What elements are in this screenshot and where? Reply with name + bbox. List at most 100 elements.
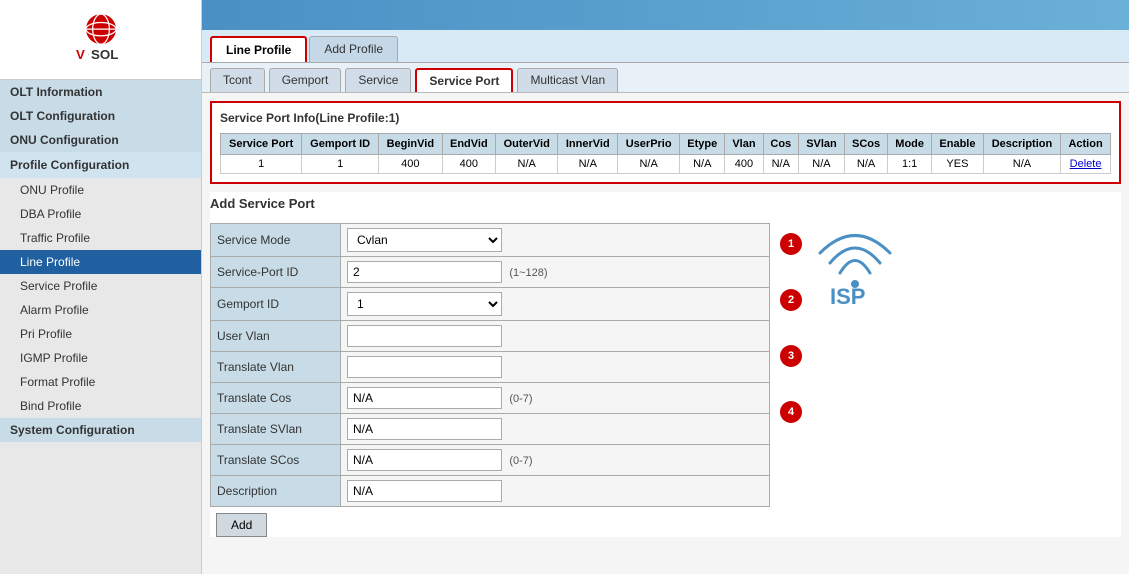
svg-text:V: V (76, 47, 85, 62)
step-4: 4 (780, 401, 802, 423)
top-banner (202, 0, 1129, 30)
label-translate-svlan: Translate SVlan (211, 414, 341, 445)
cell-end-vid: 400 (442, 155, 495, 174)
cell-user-prio: N/A (618, 155, 680, 174)
col-cos: Cos (763, 134, 799, 155)
main-content: Line Profile Add Profile Tcont Gemport S… (202, 0, 1129, 574)
col-etype: Etype (680, 134, 725, 155)
cell-svlan: N/A (799, 155, 845, 174)
col-scos: SCos (844, 134, 887, 155)
hint-service-port-id: (1~128) (509, 267, 547, 279)
service-port-table: Service Port Gemport ID BeginVid EndVid … (220, 133, 1111, 174)
input-translate-vlan[interactable] (347, 356, 502, 378)
svg-text:·: · (87, 52, 89, 58)
isp-logo: ISP (810, 228, 910, 311)
cell-gemport-id: 1 (302, 155, 379, 174)
col-service-port: Service Port (221, 134, 302, 155)
logo-area: V · SOL (0, 0, 201, 80)
service-port-info-title: Service Port Info(Line Profile:1) (220, 111, 1111, 125)
col-begin-vid: BeginVid (379, 134, 443, 155)
svg-text:SOL: SOL (91, 47, 118, 62)
service-port-info-box: Service Port Info(Line Profile:1) Servic… (210, 101, 1121, 184)
vsol-logo: V · SOL (51, 10, 151, 70)
delete-link[interactable]: Delete (1070, 158, 1102, 170)
form-row-service-port-id: Service-Port ID (1~128) (211, 257, 770, 288)
sidebar-item-line-profile[interactable]: Line Profile (0, 250, 201, 274)
subtab-multicast-vlan[interactable]: Multicast Vlan (517, 68, 618, 92)
subtab-gemport[interactable]: Gemport (269, 68, 342, 92)
hint-translate-cos: (0-7) (509, 393, 532, 405)
cell-inner-vid: N/A (558, 155, 618, 174)
table-row: 1 1 400 400 N/A N/A N/A N/A 400 N/A N/A … (221, 155, 1111, 174)
step-2: 2 (780, 289, 802, 311)
cell-cos: N/A (763, 155, 799, 174)
col-enable: Enable (932, 134, 984, 155)
select-gemport-id[interactable]: 1 2 3 4 (347, 292, 502, 316)
add-button[interactable]: Add (216, 513, 267, 537)
label-translate-vlan: Translate Vlan (211, 352, 341, 383)
sidebar-item-igmp-profile[interactable]: IGMP Profile (0, 346, 201, 370)
label-translate-scos: Translate SCos (211, 445, 341, 476)
subtab-service[interactable]: Service (345, 68, 411, 92)
sidebar-item-system-configuration[interactable]: System Configuration (0, 418, 201, 442)
form-row-translate-cos: Translate Cos (0-7) (211, 383, 770, 414)
subtab-service-port[interactable]: Service Port (415, 68, 513, 92)
sidebar-item-olt-information[interactable]: OLT Information (0, 80, 201, 104)
sidebar-item-alarm-profile[interactable]: Alarm Profile (0, 298, 201, 322)
tab-add-profile[interactable]: Add Profile (309, 36, 398, 62)
label-service-port-id: Service-Port ID (211, 257, 341, 288)
label-user-vlan: User Vlan (211, 321, 341, 352)
form-row-translate-svlan: Translate SVlan (211, 414, 770, 445)
sidebar-item-bind-profile[interactable]: Bind Profile (0, 394, 201, 418)
col-svlan: SVlan (799, 134, 845, 155)
sidebar-item-traffic-profile[interactable]: Traffic Profile (0, 226, 201, 250)
add-service-port-title: Add Service Port (210, 192, 1121, 215)
col-description: Description (983, 134, 1060, 155)
input-translate-cos[interactable] (347, 387, 502, 409)
main-tab-bar: Line Profile Add Profile (202, 30, 1129, 63)
col-vlan: Vlan (725, 134, 763, 155)
tab-line-profile[interactable]: Line Profile (210, 36, 307, 62)
add-service-port-form: Service Mode Cvlan Svlan Transparent Ser… (210, 223, 770, 507)
sidebar-item-pri-profile[interactable]: Pri Profile (0, 322, 201, 346)
cell-description: N/A (983, 155, 1060, 174)
sidebar-item-onu-configuration[interactable]: ONU Configuration (0, 128, 201, 152)
form-row-service-mode: Service Mode Cvlan Svlan Transparent (211, 224, 770, 257)
sidebar-item-onu-profile[interactable]: ONU Profile (0, 178, 201, 202)
sidebar-item-format-profile[interactable]: Format Profile (0, 370, 201, 394)
cell-etype: N/A (680, 155, 725, 174)
sidebar-section-profile-configuration[interactable]: Profile Configuration (0, 152, 201, 178)
cell-begin-vid: 400 (379, 155, 443, 174)
select-service-mode[interactable]: Cvlan Svlan Transparent (347, 228, 502, 252)
cell-action[interactable]: Delete (1061, 155, 1111, 174)
form-row-translate-scos: Translate SCos (0-7) (211, 445, 770, 476)
form-row-translate-vlan: Translate Vlan (211, 352, 770, 383)
form-row-gemport-id: Gemport ID 1 2 3 4 (211, 288, 770, 321)
hint-translate-scos: (0-7) (509, 455, 532, 467)
input-translate-svlan[interactable] (347, 418, 502, 440)
col-user-prio: UserPrio (618, 134, 680, 155)
input-description[interactable] (347, 480, 502, 502)
form-row-user-vlan: User Vlan (211, 321, 770, 352)
input-user-vlan[interactable] (347, 325, 502, 347)
label-gemport-id: Gemport ID (211, 288, 341, 321)
cell-outer-vid: N/A (496, 155, 558, 174)
subtab-tcont[interactable]: Tcont (210, 68, 265, 92)
cell-scos: N/A (844, 155, 887, 174)
form-row-description: Description (211, 476, 770, 507)
label-service-mode: Service Mode (211, 224, 341, 257)
input-translate-scos[interactable] (347, 449, 502, 471)
cell-vlan: 400 (725, 155, 763, 174)
col-inner-vid: InnerVid (558, 134, 618, 155)
input-service-port-id[interactable] (347, 261, 502, 283)
sidebar-item-dba-profile[interactable]: DBA Profile (0, 202, 201, 226)
label-translate-cos: Translate Cos (211, 383, 341, 414)
svg-text:ISP: ISP (830, 284, 865, 308)
cell-enable: YES (932, 155, 984, 174)
col-gemport-id: Gemport ID (302, 134, 379, 155)
sub-tab-bar: Tcont Gemport Service Service Port Multi… (202, 63, 1129, 93)
cell-mode: 1:1 (888, 155, 932, 174)
add-service-port-section: Add Service Port Service Mode Cvlan Svla… (210, 192, 1121, 537)
sidebar-item-olt-configuration[interactable]: OLT Configuration (0, 104, 201, 128)
sidebar-item-service-profile[interactable]: Service Profile (0, 274, 201, 298)
